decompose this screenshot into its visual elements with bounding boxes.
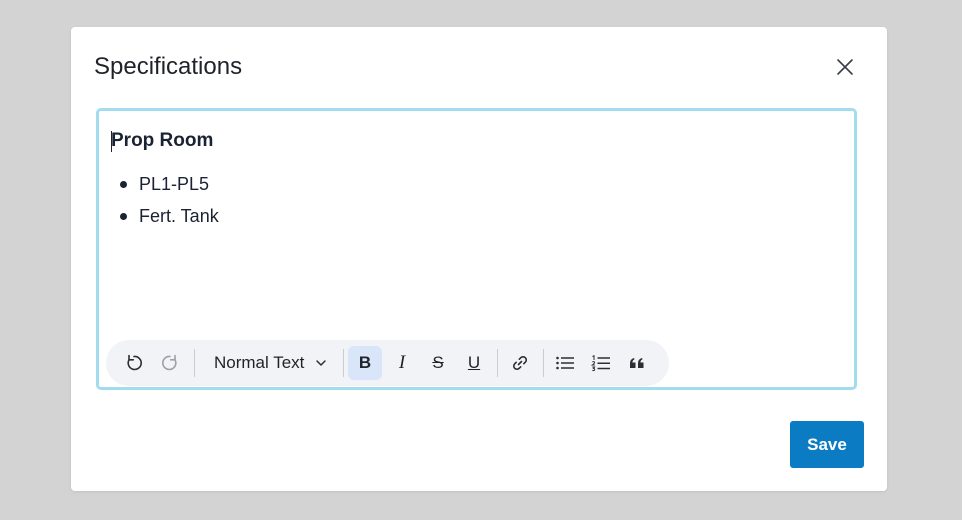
bold-button[interactable]: B — [348, 346, 382, 380]
bullet-list-button[interactable] — [548, 346, 582, 380]
save-button[interactable]: Save — [790, 421, 864, 468]
underline-icon: U — [467, 353, 481, 372]
list-item: Fert. Tank — [120, 200, 842, 232]
quote-icon — [630, 358, 644, 368]
toolbar-divider — [543, 349, 544, 377]
toolbar-divider — [343, 349, 344, 377]
block-type-label: Normal Text — [214, 353, 305, 372]
bold-icon: B — [358, 353, 372, 372]
chevron-down-icon — [316, 360, 326, 366]
link-button[interactable] — [503, 346, 537, 380]
undo-icon — [127, 354, 142, 371]
toolbar-divider — [194, 349, 195, 377]
italic-button[interactable]: I — [385, 346, 419, 380]
strikethrough-icon: S — [432, 353, 444, 372]
ordered-list-button[interactable] — [584, 346, 618, 380]
bullet-list-icon — [556, 356, 574, 370]
bullet-dot — [120, 181, 127, 188]
text-caret — [111, 131, 112, 152]
redo-button[interactable] — [153, 346, 187, 380]
list-item-text: PL1-PL5 — [139, 174, 210, 194]
quote-button[interactable] — [620, 346, 654, 380]
editor-content[interactable]: Prop Room PL1-PL5 Fert. Tank — [111, 128, 842, 328]
underline-button[interactable]: U — [457, 346, 491, 380]
rich-text-editor[interactable]: Prop Room PL1-PL5 Fert. Tank Normal Text… — [96, 108, 857, 390]
toolbar-divider — [497, 349, 498, 377]
close-button[interactable] — [833, 55, 857, 79]
bullet-list: PL1-PL5 Fert. Tank — [111, 168, 842, 232]
dialog-title: Specifications — [94, 53, 243, 80]
redo-icon — [162, 354, 177, 371]
ordered-list-icon — [591, 355, 610, 372]
close-icon — [837, 59, 853, 75]
block-type-select[interactable]: Normal Text — [205, 346, 335, 380]
strikethrough-button[interactable]: S — [421, 346, 455, 380]
editor-toolbar: Normal Text B I S U — [106, 340, 669, 386]
content-heading: Prop Room — [111, 130, 214, 151]
undo-button[interactable] — [117, 346, 151, 380]
specifications-dialog: Specifications Prop Room PL1-PL5 Fert. T… — [71, 27, 887, 491]
italic-icon: I — [398, 352, 406, 373]
list-item: PL1-PL5 — [120, 168, 842, 200]
bullet-dot — [120, 213, 127, 220]
list-item-text: Fert. Tank — [139, 206, 219, 226]
link-icon — [512, 355, 528, 371]
